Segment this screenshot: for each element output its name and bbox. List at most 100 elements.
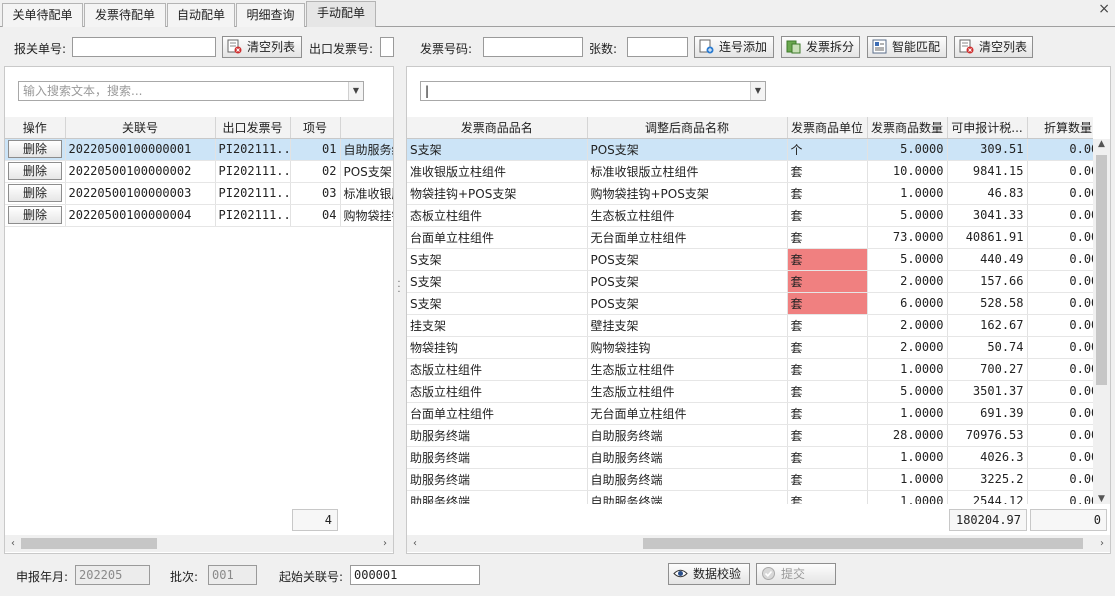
- validate-label: 数据校验: [693, 567, 742, 581]
- quantity-cell: 5.0000: [867, 138, 948, 161]
- col-header-invoice-goods-name[interactable]: 发票商品品名: [407, 117, 588, 139]
- left-hscroll-thumb[interactable]: [21, 538, 157, 549]
- quantity-cell: 2.0000: [867, 336, 948, 359]
- quantity-cell: 28.0000: [867, 424, 948, 447]
- scroll-left-icon[interactable]: ‹: [407, 535, 423, 552]
- export-invoice-input[interactable]: [380, 37, 394, 57]
- scroll-right-icon[interactable]: ›: [1094, 535, 1110, 552]
- taxable-cell: 46.83: [947, 182, 1028, 205]
- tab-auto-match[interactable]: 自动配单: [167, 3, 235, 27]
- col-header-quantity[interactable]: 发票商品数量: [867, 117, 948, 139]
- col-header-item[interactable]: 项号: [290, 117, 341, 139]
- chevron-down-icon[interactable]: ▼: [750, 82, 765, 100]
- invoice-goods-name-cell: 物袋挂钩: [407, 336, 588, 359]
- right-clear-list-button[interactable]: 清空列表: [954, 36, 1033, 58]
- unit-cell: 套: [787, 204, 868, 227]
- delete-button[interactable]: 删除: [8, 184, 62, 202]
- table-row[interactable]: 态版立柱组件生态版立柱组件套5.00003501.370.000: [407, 380, 1093, 403]
- close-icon[interactable]: ×: [1098, 1, 1110, 17]
- converted-qty-cell: 0.000: [1027, 138, 1093, 161]
- table-row[interactable]: S支架POS支架个5.0000309.510.000: [407, 138, 1093, 161]
- right-hscrollbar[interactable]: ‹ ›: [407, 535, 1110, 552]
- left-hscrollbar[interactable]: ‹ ›: [5, 535, 393, 552]
- table-row[interactable]: 挂支架壁挂支架套2.0000162.670.000: [407, 314, 1093, 337]
- link-no-cell: 20220500100000004: [65, 204, 216, 227]
- unit-cell: 套: [787, 182, 868, 205]
- goods-name-cell: 自助服务终端: [340, 138, 393, 161]
- col-header-taxable[interactable]: 可申报计税...: [947, 117, 1028, 139]
- table-row[interactable]: 删除20220500100000004PI202111...04购物袋挂钩: [5, 204, 393, 227]
- quantity-cell: 2.0000: [867, 314, 948, 337]
- scroll-left-icon[interactable]: ‹: [5, 535, 21, 552]
- start-link-no-input[interactable]: 000001: [350, 565, 480, 585]
- table-row[interactable]: 删除20220500100000002PI202111...02POS支架: [5, 160, 393, 183]
- delete-button[interactable]: 删除: [8, 206, 62, 224]
- table-row[interactable]: 准收银版立柱组件标准收银版立柱组件套10.00009841.150.000: [407, 160, 1093, 183]
- text-cursor: |: [425, 84, 430, 98]
- tab-detail-query[interactable]: 明细查询: [236, 3, 305, 27]
- delete-button[interactable]: 删除: [8, 162, 62, 180]
- validate-button[interactable]: 数据校验: [668, 563, 750, 585]
- export-invoice-cell: PI202111...: [215, 182, 291, 205]
- col-header-unit[interactable]: 发票商品单位: [787, 117, 868, 139]
- tab-invoice-pending[interactable]: 发票待配单: [84, 3, 166, 27]
- quantity-cell: 1.0000: [867, 490, 948, 504]
- table-row[interactable]: 态板立柱组件生态板立柱组件套5.00003041.330.000: [407, 204, 1093, 227]
- invoice-goods-name-cell: 态版立柱组件: [407, 358, 588, 381]
- right-hscroll-thumb[interactable]: [643, 538, 1083, 549]
- quantity-cell: 6.0000: [867, 292, 948, 315]
- table-row[interactable]: 台面单立柱组件无台面单立柱组件套1.0000691.390.000: [407, 402, 1093, 425]
- smart-match-button[interactable]: 智能匹配: [867, 36, 947, 58]
- table-row[interactable]: 助服务终端自助服务终端套1.00003225.20.000: [407, 468, 1093, 491]
- col-header-converted-qty[interactable]: 折算数量: [1027, 117, 1093, 139]
- submit-button[interactable]: 提交: [756, 563, 836, 585]
- left-search-combo[interactable]: 输入搜索文本，搜索... ▼: [18, 81, 364, 101]
- invoice-goods-name-cell: 助服务终端: [407, 490, 588, 504]
- adjusted-name-cell: 自助服务终端: [587, 468, 788, 491]
- table-row[interactable]: 助服务终端自助服务终端套1.00004026.30.000: [407, 446, 1093, 469]
- table-row[interactable]: S支架POS支架套2.0000157.660.000: [407, 270, 1093, 293]
- table-row[interactable]: S支架POS支架套5.0000440.490.000: [407, 248, 1093, 271]
- left-clear-list-button[interactable]: 清空列表: [222, 36, 302, 58]
- delete-button[interactable]: 删除: [8, 140, 62, 158]
- customs-no-input[interactable]: [72, 37, 216, 57]
- right-vscrollbar[interactable]: ▲ ▼: [1093, 139, 1110, 504]
- col-header-adjusted-name[interactable]: 调整后商品名称: [587, 117, 788, 139]
- scroll-down-icon[interactable]: ▼: [1093, 494, 1110, 504]
- converted-qty-cell: 0.000: [1027, 402, 1093, 425]
- scroll-right-icon[interactable]: ›: [377, 535, 393, 552]
- invoice-count-input[interactable]: [627, 37, 688, 57]
- col-header-op[interactable]: 操作: [5, 117, 66, 139]
- right-vscroll-thumb[interactable]: [1096, 155, 1107, 385]
- table-row[interactable]: 删除20220500100000001PI202111...01自助服务终端: [5, 138, 393, 161]
- table-row[interactable]: 台面单立柱组件无台面单立柱组件套73.000040861.910.000: [407, 226, 1093, 249]
- adjusted-name-cell: 壁挂支架: [587, 314, 788, 337]
- table-row[interactable]: 删除20220500100000003PI202111...03标准收银版立柱: [5, 182, 393, 205]
- quantity-cell: 1.0000: [867, 402, 948, 425]
- table-row[interactable]: 态版立柱组件生态版立柱组件套1.0000700.270.000: [407, 358, 1093, 381]
- unit-cell: 套: [787, 424, 868, 447]
- invoice-code-input[interactable]: [483, 37, 583, 57]
- add-consecutive-button[interactable]: 连号添加: [694, 36, 774, 58]
- table-row[interactable]: 助服务终端自助服务终端套28.000070976.530.000: [407, 424, 1093, 447]
- table-row[interactable]: 助服务终端自助服务终端套1.00002544.120.000: [407, 490, 1093, 504]
- table-row[interactable]: S支架POS支架套6.0000528.580.000: [407, 292, 1093, 315]
- unit-cell: 套: [787, 270, 868, 293]
- scroll-up-icon[interactable]: ▲: [1093, 139, 1110, 149]
- col-header-name[interactable]: [340, 117, 393, 139]
- chevron-down-icon[interactable]: ▼: [348, 82, 363, 100]
- unit-cell: 套: [787, 358, 868, 381]
- adjusted-name-cell: 自助服务终端: [587, 446, 788, 469]
- tab-manual-match[interactable]: 手动配单: [306, 1, 376, 27]
- total-taxable-amount: 180204.97: [949, 509, 1027, 531]
- right-search-combo[interactable]: | ▼: [420, 81, 766, 101]
- invoice-split-button[interactable]: 发票拆分: [781, 36, 860, 58]
- unit-cell: 套: [787, 336, 868, 359]
- table-row[interactable]: 物袋挂钩+POS支架购物袋挂钩+POS支架套1.000046.830.000: [407, 182, 1093, 205]
- tab-customs-pending[interactable]: 关单待配单: [2, 3, 83, 27]
- table-row[interactable]: 物袋挂钩购物袋挂钩套2.000050.740.000: [407, 336, 1093, 359]
- col-header-link[interactable]: 关联号: [65, 117, 216, 139]
- splitter-handle[interactable]: · · ·: [396, 278, 402, 300]
- op-cell: 删除: [5, 160, 66, 183]
- col-header-export-invoice[interactable]: 出口发票号: [215, 117, 291, 139]
